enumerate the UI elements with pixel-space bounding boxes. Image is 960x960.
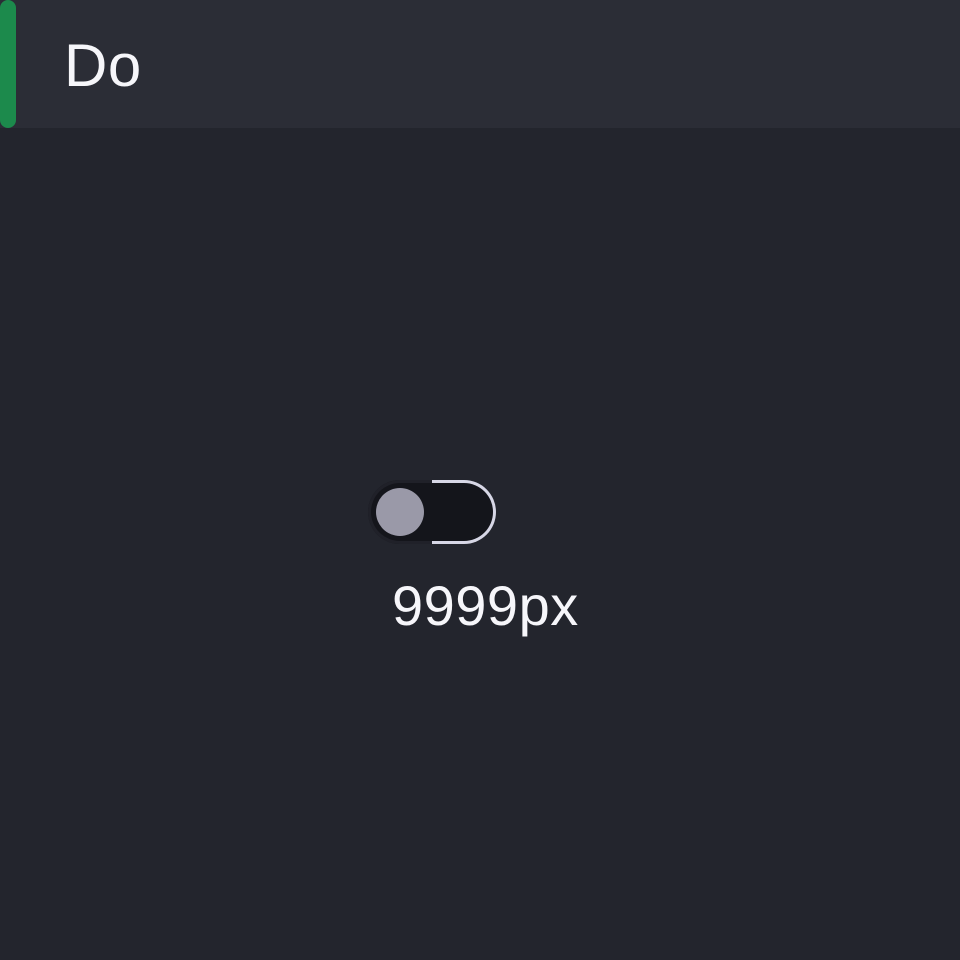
page-title: Do	[64, 32, 142, 99]
toggle-knob[interactable]	[376, 488, 424, 536]
header-accent-bar	[0, 0, 16, 128]
page: Do 9999px	[0, 0, 960, 960]
toggle-value-label: 9999px	[392, 574, 579, 637]
header-bar: Do	[0, 0, 960, 128]
